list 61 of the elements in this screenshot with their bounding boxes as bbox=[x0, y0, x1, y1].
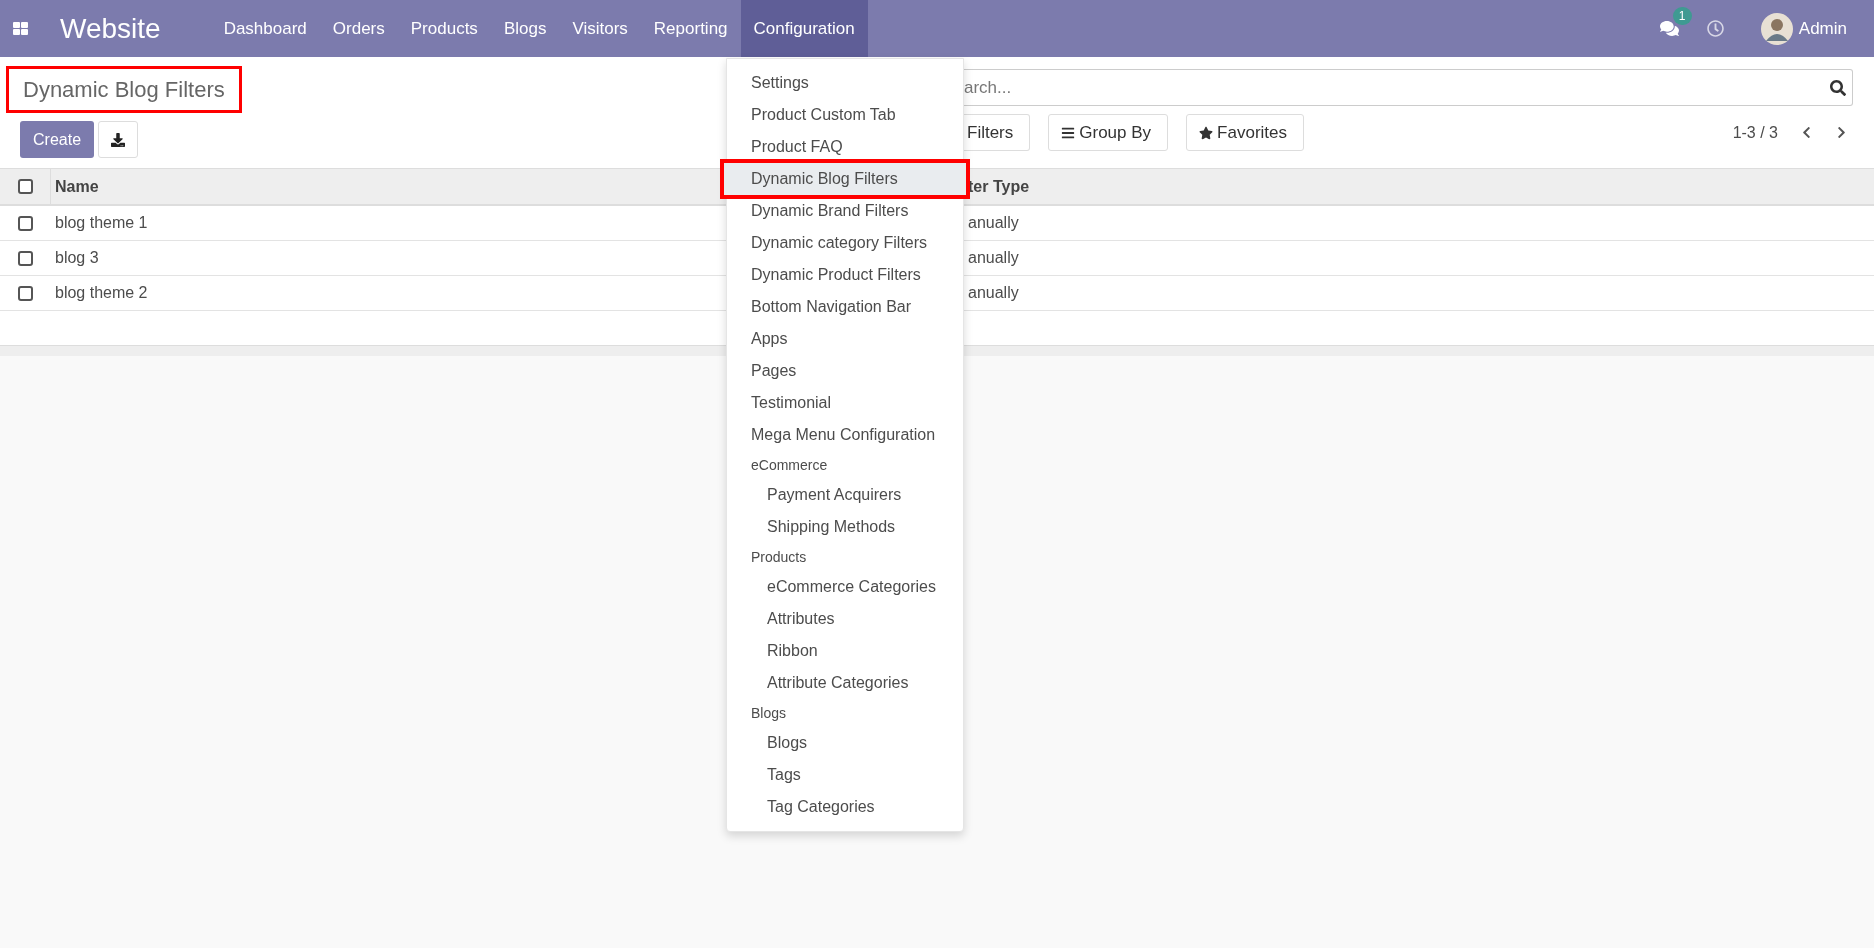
menu-item[interactable]: Tag Categories bbox=[727, 791, 963, 823]
menu-item[interactable]: Dynamic Brand Filters bbox=[727, 195, 963, 227]
menu-item[interactable]: eCommerce Categories bbox=[727, 571, 963, 603]
menu-item[interactable]: Apps bbox=[727, 323, 963, 355]
nav-menu-item[interactable]: Configuration bbox=[740, 0, 868, 57]
nav-menu-item[interactable]: Dashboard bbox=[210, 0, 320, 57]
avatar[interactable] bbox=[1760, 12, 1793, 45]
star-icon bbox=[1199, 125, 1214, 140]
checkbox[interactable] bbox=[18, 215, 33, 231]
table-cell-text: anually bbox=[967, 213, 1019, 233]
checkbox[interactable] bbox=[17, 179, 33, 194]
table-cell-text: anually bbox=[967, 283, 1019, 303]
chat-icon[interactable] bbox=[1659, 19, 1679, 38]
menu-item[interactable]: Bottom Navigation Bar bbox=[727, 291, 963, 323]
menu-section-header: eCommerce bbox=[750, 455, 829, 475]
notification-badge: 1 bbox=[1672, 7, 1692, 25]
nav-menu-item[interactable]: Products bbox=[397, 0, 491, 57]
menu-item[interactable]: Tags bbox=[727, 759, 963, 791]
menu-item[interactable]: Attribute Categories bbox=[727, 667, 963, 699]
download-icon bbox=[111, 132, 126, 147]
pager-value: 1-3 / 3 bbox=[1732, 122, 1778, 143]
nav-menu-item[interactable]: Visitors bbox=[559, 0, 641, 57]
menu-icon bbox=[1061, 125, 1076, 140]
menu-section-header: Products bbox=[750, 547, 808, 567]
table-cell: blog theme 1 bbox=[55, 214, 148, 231]
nav-menu-item[interactable]: Orders bbox=[319, 0, 398, 57]
nav-menu-item[interactable]: Blogs bbox=[490, 0, 560, 57]
table-cell: blog theme 2 bbox=[55, 284, 148, 301]
menu-item[interactable]: Product Custom Tab bbox=[727, 99, 963, 131]
menu-item[interactable]: Dynamic Product Filters bbox=[727, 259, 963, 291]
menu-item[interactable]: Blogs bbox=[727, 727, 963, 759]
clock-icon[interactable] bbox=[1706, 20, 1724, 37]
menu-item[interactable]: Testimonial bbox=[727, 387, 963, 419]
menu-section-header: Blogs bbox=[750, 703, 788, 723]
menu-item[interactable]: Shipping Methods bbox=[727, 511, 963, 543]
app-name: Website bbox=[60, 11, 161, 46]
apps-menu-icon[interactable] bbox=[13, 22, 28, 35]
menu-item[interactable]: Settings bbox=[727, 67, 963, 99]
create-button[interactable]: Create bbox=[20, 121, 95, 158]
previous-icon[interactable] bbox=[1800, 126, 1813, 139]
download-button[interactable] bbox=[98, 121, 139, 158]
next-icon[interactable] bbox=[1835, 126, 1848, 139]
menu-item[interactable]: Dynamic category Filters bbox=[727, 227, 963, 259]
table-cell: blog 3 bbox=[55, 249, 99, 266]
menu-item[interactable]: Payment Acquirers bbox=[727, 479, 963, 511]
menu-item[interactable]: Product FAQ bbox=[727, 131, 963, 163]
menu-item[interactable]: Pages bbox=[727, 355, 963, 387]
breadcrumb-title: Dynamic Blog Filters bbox=[6, 66, 242, 113]
column-header[interactable]: Name bbox=[55, 177, 99, 195]
user-name[interactable]: Admin bbox=[1798, 15, 1847, 42]
checkbox[interactable] bbox=[18, 250, 33, 266]
checkbox[interactable] bbox=[18, 285, 33, 301]
filter-button[interactable]: Group By bbox=[1048, 114, 1169, 151]
nav-menu-item[interactable]: Reporting bbox=[640, 0, 741, 57]
search-field[interactable]: arch... bbox=[964, 69, 1853, 106]
filter-button[interactable]: Favorites bbox=[1186, 114, 1304, 151]
menu-item[interactable]: Ribbon bbox=[727, 635, 963, 667]
table-cell-text: anually bbox=[967, 248, 1019, 268]
menu-item[interactable]: Mega Menu Configuration bbox=[727, 419, 963, 451]
search-icon[interactable] bbox=[1830, 79, 1846, 96]
menu-item[interactable]: Attributes bbox=[727, 603, 963, 635]
